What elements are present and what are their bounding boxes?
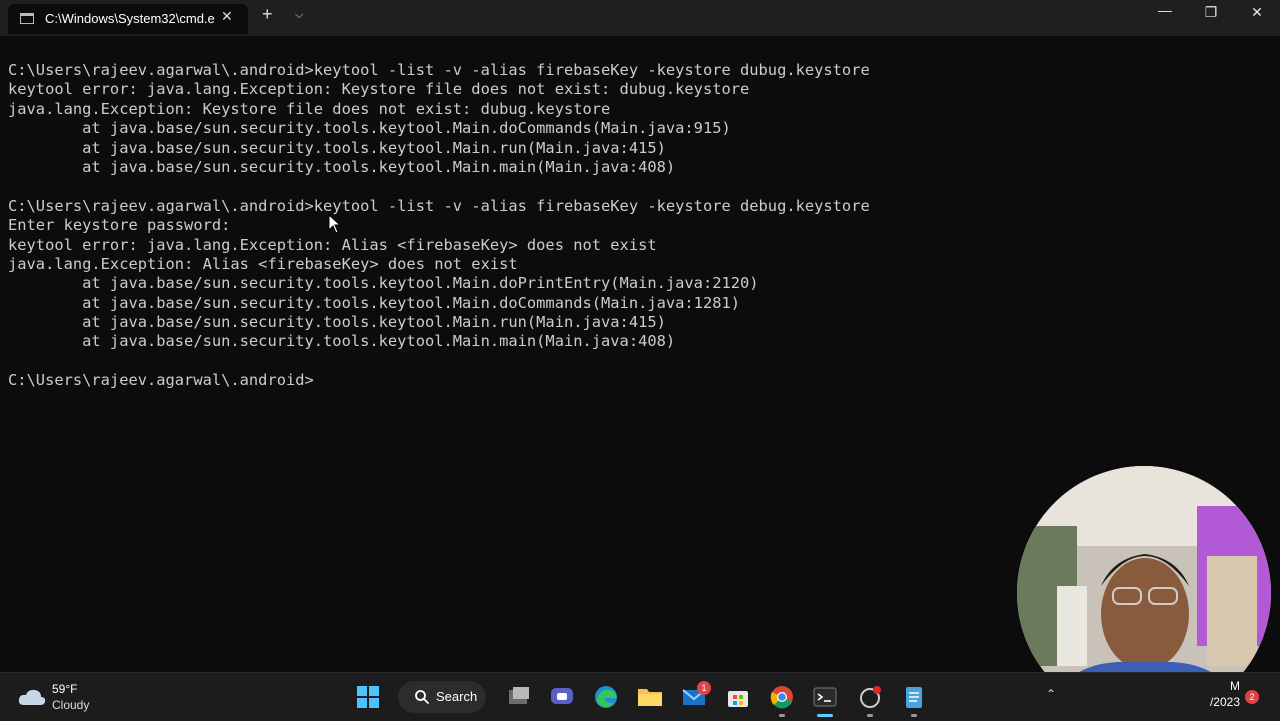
clock-time: M [1230,679,1240,693]
terminal-prompt[interactable]: C:\Users\rajeev.agarwal\.android> [8,371,1268,390]
close-window-button[interactable]: ✕ [1234,4,1280,21]
terminal-line: C:\Users\rajeev.agarwal\.android>keytool… [8,196,870,215]
chat-icon[interactable] [548,683,576,711]
tab-close-button[interactable]: ✕ [221,8,233,25]
clock-date: /2023 [1209,695,1240,709]
tab-dropdown-button[interactable]: ⌵ [295,9,303,22]
folder-icon[interactable] [636,683,664,711]
terminal-line: java.lang.Exception: Alias <firebaseKey>… [8,254,518,273]
windows-logo-icon[interactable] [354,683,382,711]
maximize-button[interactable]: ❐ [1188,4,1234,21]
terminal-line: at java.base/sun.security.tools.keytool.… [8,119,731,138]
new-tab-button[interactable]: + [262,4,273,25]
taskbar: 59°F Cloudy Search 1 ⌃ M /2023 2 [0,672,1280,721]
cmd-icon [20,13,34,24]
notification-badge[interactable]: 2 [1245,690,1259,704]
terminal-line: java.lang.Exception: Keystore file does … [8,99,611,118]
terminal-line: at java.base/sun.security.tools.keytool.… [8,274,759,293]
terminal-line: at java.base/sun.security.tools.keytool.… [8,138,666,157]
store-icon[interactable] [724,683,752,711]
weather-widget[interactable]: 59°F Cloudy [16,681,136,713]
task-view-icon[interactable] [505,683,533,711]
taskbar-clock[interactable]: M /2023 [1200,679,1240,711]
notepad-icon[interactable] [900,683,928,711]
cloud-icon [18,688,46,711]
weather-temp: 59°F [52,682,78,696]
terminal-line: keytool error: java.lang.Exception: Alia… [8,235,657,254]
mail-badge: 1 [697,681,711,695]
edge-icon[interactable] [592,683,620,711]
notepad-running-indicator [911,714,917,717]
terminal-icon[interactable] [811,683,839,711]
app-icon[interactable] [856,683,884,711]
terminal-line: Enter keystore password: [8,216,231,235]
terminal-line: at java.base/sun.security.tools.keytool.… [8,157,676,176]
title-bar: C:\Windows\System32\cmd.e ✕ + ⌵ — ❐ ✕ [0,0,1280,36]
terminal-line: at java.base/sun.security.tools.keytool.… [8,293,741,312]
chrome-running-indicator [779,714,785,717]
terminal-active-indicator [817,714,833,717]
search-icon [414,689,430,710]
weather-condition: Cloudy [52,698,90,712]
terminal-line: C:\Users\rajeev.agarwal\.android>keytool… [8,61,870,79]
terminal-line: keytool error: java.lang.Exception: Keys… [8,80,750,99]
minimize-button[interactable]: — [1142,2,1188,18]
search-label: Search [436,689,478,704]
chrome-icon[interactable] [768,683,796,711]
app-running-indicator [867,714,873,717]
terminal-line: at java.base/sun.security.tools.keytool.… [8,313,666,332]
terminal-line: at java.base/sun.security.tools.keytool.… [8,332,676,351]
search-button[interactable]: Search [398,681,486,713]
tray-chevron-icon[interactable]: ⌃ [1046,687,1056,701]
tab-title: C:\Windows\System32\cmd.e [45,11,215,26]
tab-cmd[interactable]: C:\Windows\System32\cmd.e ✕ [8,4,248,34]
